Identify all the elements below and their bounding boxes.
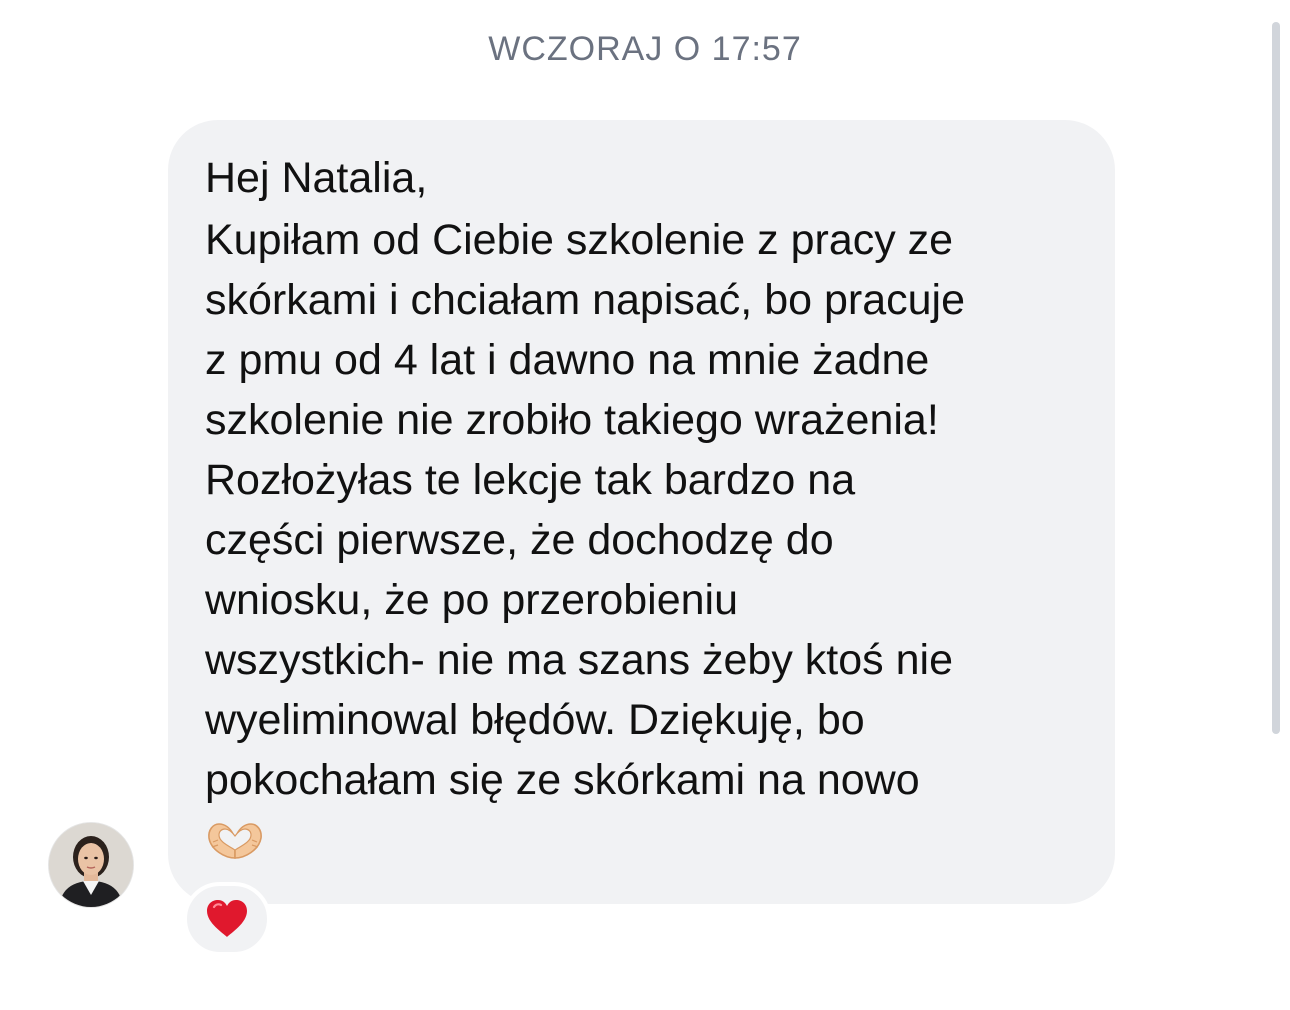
message-line: skórkami i chciałam napisać, bo pracuje	[205, 276, 965, 324]
scrollbar[interactable]	[1272, 22, 1280, 734]
message-line: szkolenie nie zrobiło takiego wrażenia!	[205, 396, 939, 444]
message-line: Rozłożyłas te lekcje tak bardzo na	[205, 456, 856, 504]
message-bubble[interactable]: Hej Natalia, Kupiłam od Ciebie szkolenie…	[168, 120, 1115, 904]
red-heart-icon	[207, 900, 247, 937]
message-emoji-line	[205, 810, 1085, 870]
message-line: wniosku, że po przerobieniu	[205, 576, 739, 624]
avatar[interactable]	[48, 822, 134, 908]
message-greeting: Hej Natalia,	[205, 154, 428, 202]
heart-hands-icon	[208, 823, 262, 859]
message-line: części pierwsze, że dochodzę do	[205, 516, 834, 564]
message-line: wyeliminowal błędów. Dziękuję, bo	[205, 696, 865, 744]
avatar-photo	[49, 823, 133, 907]
message-line: wszystkich- nie ma szans żeby ktoś nie	[205, 636, 953, 684]
reaction-badge[interactable]	[183, 882, 271, 956]
message-line: pokochałam się ze skórkami na nowo	[205, 756, 920, 804]
message-timestamp: WCZORAJ O 17:57	[488, 30, 802, 68]
message-line: z pmu od 4 lat i dawno na mnie żadne	[205, 336, 930, 384]
message-line: Kupiłam od Ciebie szkolenie z pracy ze	[205, 216, 954, 264]
chat-view: WCZORAJ O 17:57 Hej Natalia, Kupiłam od …	[0, 0, 1290, 1010]
